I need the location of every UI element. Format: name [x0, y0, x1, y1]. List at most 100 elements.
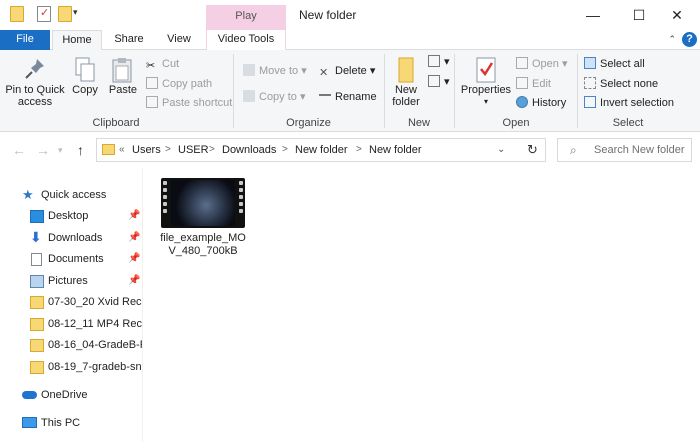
nav-folder-item[interactable]: 08-16_04-GradeB-Pl — [0, 336, 142, 356]
properties-icon — [473, 56, 499, 83]
edit-button[interactable]: Edit — [516, 76, 551, 92]
star-icon: ★ — [22, 187, 34, 202]
nav-folder-item[interactable]: 08-19_7-gradeb-sna — [0, 358, 142, 378]
close-button[interactable]: ✕ — [654, 0, 700, 30]
copy-path-icon — [146, 77, 158, 89]
folder-icon — [30, 318, 44, 331]
tab-video-tools[interactable]: Video Tools — [206, 30, 286, 50]
new-item-button[interactable]: ▾ — [428, 54, 450, 70]
breadcrumb-separator[interactable]: > — [282, 144, 288, 155]
copy-button[interactable]: Copy — [68, 56, 102, 96]
nav-folder-item[interactable]: 07-30_20 Xvid Reco — [0, 293, 142, 313]
breadcrumb-new-folder-current[interactable]: New folder — [369, 144, 422, 156]
search-box[interactable]: ⌕ Search New folder — [557, 138, 692, 162]
history-button[interactable]: History — [516, 95, 566, 111]
tab-share[interactable]: Share — [104, 30, 154, 50]
clipboard-group-label: Clipboard — [92, 117, 140, 129]
select-all-button[interactable]: Select all — [584, 56, 645, 72]
pin-to-quick-access-button[interactable]: Pin to Quick access — [4, 56, 66, 108]
tab-home[interactable]: Home — [52, 30, 102, 51]
paste-icon — [110, 56, 136, 83]
pin-icon[interactable]: 📌 — [128, 232, 140, 243]
breadcrumb-separator[interactable]: > — [356, 144, 362, 155]
help-icon[interactable]: ? — [682, 32, 697, 47]
open-label: Open — [532, 58, 559, 70]
breadcrumb-separator[interactable]: > — [209, 144, 215, 155]
paste-shortcut-label: Paste shortcut — [162, 97, 233, 109]
back-arrow-icon[interactable]: ← — [12, 142, 26, 158]
refresh-icon[interactable]: ↻ — [520, 138, 546, 162]
cut-label: Cut — [162, 58, 180, 70]
nav-this-pc[interactable]: This PC — [0, 414, 142, 434]
cloud-icon — [22, 391, 37, 399]
breadcrumb-user[interactable]: USER — [178, 144, 209, 156]
address-history-chevron-icon[interactable]: ⌄ — [497, 144, 505, 155]
document-icon — [31, 253, 42, 266]
breadcrumb-separator[interactable]: > — [165, 144, 171, 155]
pin-icon[interactable]: 📌 — [128, 253, 140, 264]
forward-arrow-icon[interactable]: → — [36, 142, 50, 158]
up-arrow-icon[interactable]: ↑ — [77, 142, 84, 158]
properties-quick-icon[interactable] — [37, 6, 51, 22]
nav-quick-access[interactable]: ★ Quick access — [0, 186, 142, 206]
new-folder-button[interactable]: New folder — [388, 56, 424, 108]
new-folder-quick-icon[interactable] — [58, 6, 72, 22]
folder-icon — [30, 339, 44, 352]
search-input[interactable]: Search New folder — [594, 144, 685, 156]
search-icon: ⌕ — [570, 143, 577, 157]
new-item-icon — [428, 55, 440, 67]
file-list-pane: file_example_MOV_480_700kB — [144, 168, 700, 442]
paste-shortcut-button[interactable]: Paste shortcut — [146, 95, 232, 111]
tab-file[interactable]: File — [0, 30, 50, 50]
copy-path-label: Copy path — [162, 78, 213, 90]
customize-toolbar-chevron-icon[interactable]: ▾ — [73, 7, 78, 18]
nav-folder-item[interactable]: 08-12_11 MP4 Reco — [0, 315, 143, 335]
breadcrumb-new-folder-parent[interactable]: New folder — [295, 144, 348, 156]
nav-pictures[interactable]: Pictures 📌 — [0, 272, 142, 292]
select-none-button[interactable]: Select none — [584, 76, 658, 92]
properties-button[interactable]: Properties ▾ — [460, 56, 512, 108]
pin-icon[interactable]: 📌 — [128, 210, 140, 221]
open-icon — [516, 57, 528, 69]
open-button[interactable]: Open ▾ — [516, 56, 568, 72]
pin-label: Pin to Quick access — [5, 84, 65, 108]
cut-button[interactable]: ✂ Cut — [146, 56, 179, 72]
paste-button[interactable]: Paste — [104, 56, 142, 96]
new-folder-icon — [393, 56, 419, 83]
copy-path-button[interactable]: Copy path — [146, 76, 212, 92]
file-item[interactable]: file_example_MOV_480_700kB — [159, 178, 247, 258]
move-to-button[interactable]: Move to ▾ — [243, 63, 307, 79]
delete-button[interactable]: ✕ Delete ▾ — [319, 63, 375, 79]
rename-icon — [319, 94, 331, 102]
minimize-button[interactable]: — — [570, 0, 616, 30]
nav-pictures-label: Pictures — [48, 275, 88, 287]
invert-selection-label: Invert selection — [600, 97, 674, 109]
easy-access-button[interactable]: ▾ — [428, 74, 450, 90]
nav-downloads[interactable]: ⬇ Downloads 📌 — [0, 229, 142, 249]
select-none-label: Select none — [600, 78, 659, 90]
copy-to-button[interactable]: Copy to ▾ — [243, 89, 306, 105]
breadcrumb-overflow[interactable]: « — [119, 144, 125, 155]
nav-folder-label: 08-12_11 MP4 Reco — [48, 318, 143, 330]
recent-locations-chevron-icon[interactable]: ▾ — [58, 145, 63, 156]
select-all-icon — [584, 57, 596, 69]
new-folder-label: New folder — [392, 84, 420, 108]
nav-desktop-label: Desktop — [48, 210, 89, 222]
invert-selection-button[interactable]: Invert selection — [584, 95, 674, 111]
select-none-icon — [584, 77, 596, 89]
properties-chevron-icon: ▾ — [483, 97, 488, 106]
collapse-ribbon-chevron-up-icon[interactable]: ⌃ — [668, 34, 676, 45]
copy-to-icon — [243, 90, 255, 102]
pin-icon[interactable]: 📌 — [128, 275, 140, 286]
breadcrumb-users[interactable]: Users — [132, 144, 161, 156]
navigation-pane: ★ Quick access Desktop 📌 ⬇ Downloads 📌 D… — [0, 168, 143, 442]
nav-documents[interactable]: Documents 📌 — [0, 250, 142, 270]
breadcrumb-downloads[interactable]: Downloads — [222, 144, 276, 156]
nav-onedrive[interactable]: OneDrive — [0, 386, 142, 406]
rename-button[interactable]: Rename — [319, 89, 377, 105]
address-bar[interactable]: « Users > USER > Downloads > New folder … — [96, 138, 546, 162]
nav-desktop[interactable]: Desktop 📌 — [0, 207, 142, 227]
video-file-icon — [161, 178, 245, 228]
tab-view[interactable]: View — [155, 30, 203, 50]
new-group-label: New — [407, 117, 430, 129]
